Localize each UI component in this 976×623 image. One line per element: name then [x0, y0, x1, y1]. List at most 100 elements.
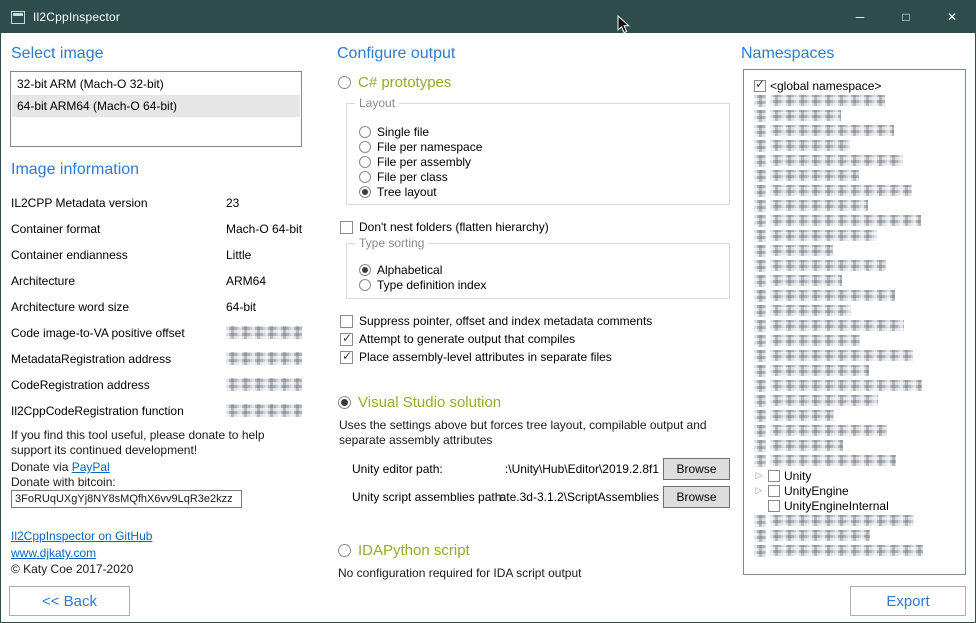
namespace-item[interactable]: UnityEngineInternal [754, 498, 959, 513]
expander-icon[interactable]: ▷ [754, 468, 764, 483]
namespace-item [754, 393, 959, 408]
redacted-checkbox [754, 200, 766, 212]
layout-option[interactable]: Tree layout [359, 184, 482, 199]
expander-icon[interactable]: ▷ [754, 483, 764, 498]
redacted-checkbox [754, 350, 766, 362]
type-sorting-group-title: Type sorting [355, 236, 428, 250]
unity-script-browse-button[interactable]: Browse [663, 486, 730, 508]
layout-option[interactable]: File per namespace [359, 139, 482, 154]
bitcoin-address-input[interactable] [11, 490, 242, 508]
info-row: IL2CPP Metadata version23 [11, 191, 303, 217]
info-label: Container format [11, 222, 100, 236]
paypal-link[interactable]: PayPal [72, 460, 110, 474]
redacted-value [226, 326, 302, 339]
unity-script-path-value: ate.3d-3.1.2\ScriptAssemblies [459, 490, 659, 504]
visual-studio-radio[interactable]: Visual Studio solution [338, 394, 501, 411]
close-button[interactable]: ✕ [929, 1, 975, 33]
github-link[interactable]: Il2CppInspector on GitHub [11, 529, 152, 543]
maximize-button[interactable]: □ [883, 1, 929, 33]
namespace-item [754, 333, 959, 348]
redacted-checkbox [754, 410, 766, 422]
back-button[interactable]: << Back [9, 586, 130, 616]
layout-option[interactable]: File per class [359, 169, 482, 184]
namespace-checkbox[interactable] [768, 485, 780, 497]
layout-option[interactable]: File per assembly [359, 154, 482, 169]
namespace-checkbox[interactable] [754, 80, 766, 92]
redacted-namespace-label [770, 185, 912, 196]
configure-output-heading: Configure output [337, 45, 455, 63]
namespace-item [754, 513, 959, 528]
namespace-item[interactable]: ▷Unity [754, 468, 959, 483]
namespace-item [754, 543, 959, 558]
radio-icon [359, 186, 371, 198]
export-button[interactable]: Export [850, 586, 966, 616]
titlebar[interactable]: Il2CppInspector ─ □ ✕ [1, 1, 975, 33]
redacted-namespace-label [770, 320, 904, 331]
radio-icon [359, 264, 371, 276]
namespace-label: UnityEngine [784, 484, 849, 498]
output-checkbox[interactable]: Attempt to generate output that compiles [340, 330, 652, 348]
namespace-item[interactable]: ▷ UnityEngine [754, 483, 959, 498]
idapython-radio[interactable]: IDAPython script [338, 542, 470, 559]
namespace-item [754, 318, 959, 333]
namespace-item [754, 303, 959, 318]
namespace-checkbox[interactable] [768, 500, 780, 512]
type-sorting-option[interactable]: Type definition index [359, 277, 486, 292]
redacted-value [226, 352, 302, 365]
info-value: Little [226, 248, 251, 262]
namespace-item[interactable]: <global namespace> [754, 78, 959, 93]
redacted-checkbox [754, 140, 766, 152]
redacted-checkbox [754, 515, 766, 527]
redacted-checkbox [754, 545, 766, 557]
checkbox-label: Suppress pointer, offset and index metad… [359, 314, 652, 328]
namespace-item [754, 453, 959, 468]
namespace-item [754, 528, 959, 543]
info-row: Il2CppCodeRegistration function [11, 399, 303, 425]
output-checkbox[interactable]: Place assembly-level attributes in separ… [340, 348, 652, 366]
redacted-namespace-label [770, 380, 922, 391]
redacted-checkbox [754, 185, 766, 197]
radio-icon [359, 126, 371, 138]
image-list-item[interactable]: 64-bit ARM64 (Mach-O 64-bit) [12, 95, 300, 117]
layout-options: Single fileFile per namespaceFile per as… [359, 124, 482, 199]
namespace-item [754, 378, 959, 393]
namespace-checkbox[interactable] [768, 470, 780, 482]
minimize-button[interactable]: ─ [837, 1, 883, 33]
output-checkboxes: Suppress pointer, offset and index metad… [340, 312, 652, 366]
info-row: CodeRegistration address [11, 373, 303, 399]
redacted-namespace-label [770, 140, 850, 151]
layout-option[interactable]: Single file [359, 124, 482, 139]
flatten-hierarchy-checkbox[interactable]: Don't nest folders (flatten hierarchy) [340, 219, 549, 235]
namespace-item [754, 108, 959, 123]
image-list-item[interactable]: 32-bit ARM (Mach-O 32-bit) [12, 73, 300, 95]
redacted-checkbox [754, 215, 766, 227]
info-row: Code image-to-VA positive offset [11, 321, 303, 347]
info-label: IL2CPP Metadata version [11, 196, 148, 210]
redacted-namespace-label [770, 440, 843, 451]
info-label: Architecture [11, 274, 75, 288]
unity-editor-browse-button[interactable]: Browse [663, 458, 730, 480]
info-row: MetadataRegistration address [11, 347, 303, 373]
radio-icon [338, 544, 351, 557]
copyright-text: © Katy Coe 2017-2020 [11, 562, 133, 576]
csharp-prototypes-radio[interactable]: C# prototypes [338, 74, 451, 91]
namespace-list[interactable]: <global namespace> ▷Unity▷ UnityEngineUnit… [743, 69, 966, 575]
app-icon [11, 11, 25, 24]
redacted-namespace-label [770, 425, 887, 436]
redacted-namespace-label [770, 410, 834, 421]
redacted-namespace-label [770, 215, 921, 226]
option-label: Type definition index [377, 278, 486, 292]
type-sorting-option[interactable]: Alphabetical [359, 262, 486, 277]
image-info-table: IL2CPP Metadata version23 Container forma… [11, 191, 303, 425]
redacted-checkbox [754, 335, 766, 347]
website-link[interactable]: www.djkaty.com [11, 546, 96, 560]
namespace-item [754, 288, 959, 303]
checkbox-label: Place assembly-level attributes in separ… [359, 350, 612, 364]
app-window: Il2CppInspector ─ □ ✕ Select image 32-bi… [0, 0, 976, 623]
namespace-item [754, 258, 959, 273]
output-checkbox[interactable]: Suppress pointer, offset and index metad… [340, 312, 652, 330]
info-label: Il2CppCodeRegistration function [11, 404, 184, 418]
image-listbox[interactable]: 32-bit ARM (Mach-O 32-bit)64-bit ARM64 (… [10, 71, 302, 147]
redacted-namespace-label [770, 95, 885, 106]
namespace-item [754, 153, 959, 168]
